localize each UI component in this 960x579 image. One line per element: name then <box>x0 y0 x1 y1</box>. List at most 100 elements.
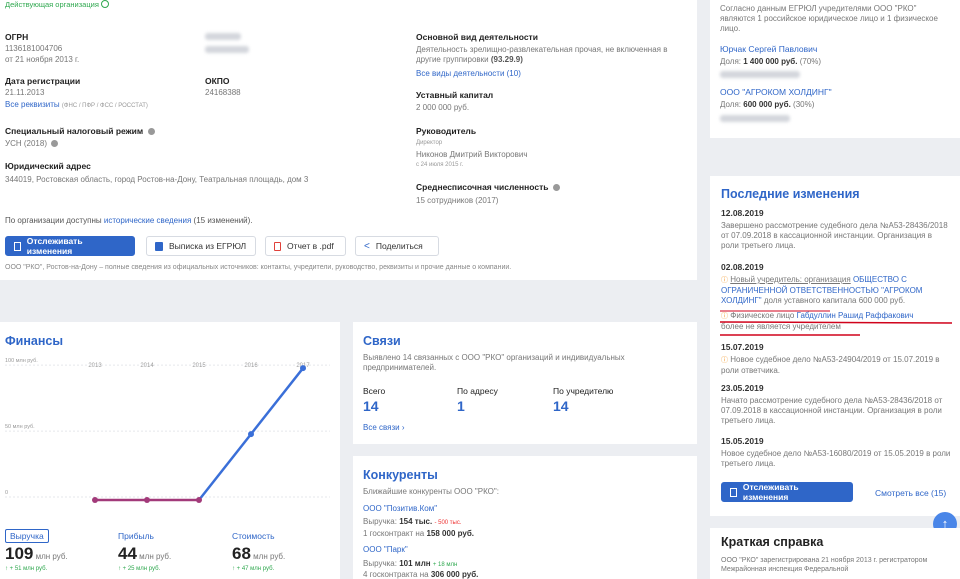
tab-value[interactable]: Стоимость <box>232 531 275 541</box>
revenue-pre: Выручка: <box>363 517 397 526</box>
links-address-value[interactable]: 1 <box>457 398 465 414</box>
profit-unit: млн руб. <box>139 552 172 561</box>
change-text: Начато рассмотрение судебного дела №А53-… <box>721 396 943 425</box>
contract-pre: 4 госконтракта на <box>363 570 429 579</box>
warning-icon: ⓘ <box>721 357 728 364</box>
profit-value: 44 млн руб. <box>118 544 171 564</box>
staff-label: Среднесписочная численность <box>416 182 560 192</box>
data-point <box>248 431 254 438</box>
founders-card: Согласно данным ЕГРЮЛ учредителями ООО "… <box>710 0 960 138</box>
history-post: (15 изменений). <box>193 216 253 225</box>
blurred-inn-label <box>205 33 241 40</box>
blurred-inn <box>720 115 790 122</box>
all-links-link[interactable]: Все связи › <box>363 423 405 432</box>
tab-profit[interactable]: Прибыль <box>118 531 154 541</box>
change-text: ⓘ Новое судебное дело №А53-24904/2019 от… <box>721 355 951 376</box>
contract-amount: 306 000 руб. <box>430 570 479 579</box>
series-line <box>198 433 252 501</box>
change-date: 15.07.2019 <box>721 342 764 352</box>
series-line <box>250 367 304 435</box>
links-all-label: Всего <box>363 386 386 396</box>
bookmark-icon <box>730 487 737 497</box>
competitor-link[interactable]: ООО "Парк" <box>363 545 408 554</box>
change-founder-text: Новый учредитель: организация <box>730 275 851 284</box>
competitor-contract: 4 госконтракта на 306 000 руб. <box>363 570 478 579</box>
change-case-text: Новое судебное дело №А53-24904/2019 от 1… <box>721 355 940 375</box>
info-icon[interactable] <box>552 184 560 191</box>
see-all-changes-link[interactable]: Смотреть все (15) <box>875 488 946 498</box>
y-tick-label: 100 млн руб. <box>5 358 38 364</box>
competitors-card: Конкуренты Ближайшие конкуренты ООО "РКО… <box>353 456 697 579</box>
data-point <box>92 497 98 503</box>
all-links-label: Все связи <box>363 423 400 432</box>
competitors-title: Конкуренты <box>363 468 438 482</box>
staff-value: 15 сотрудников (2017) <box>416 196 499 205</box>
activity-text: Деятельность зрелищно-развлекательная пр… <box>416 45 668 64</box>
all-requisites-link[interactable]: Все реквизиты <box>5 100 60 109</box>
head-role: Директор <box>416 140 443 146</box>
capital-value: 2 000 000 руб. <box>416 103 470 112</box>
data-point <box>300 365 306 372</box>
share-label: Поделиться <box>375 241 423 251</box>
tax-regime-label: Специальный налоговый режим <box>5 126 155 136</box>
document-icon <box>155 241 163 251</box>
links-text: Выявлено 14 связанных с ООО "РКО" органи… <box>363 353 625 372</box>
history-pre: По организации доступны <box>5 216 102 225</box>
contract-pre: 1 госконтракт на <box>363 529 425 538</box>
tax-regime-value: УСН (2018) <box>5 139 59 148</box>
revenue-pre: Выручка: <box>363 559 397 568</box>
egrul-button[interactable]: Выписка из ЕГРЮЛ <box>146 236 256 256</box>
pdf-button[interactable]: Отчет в .pdf <box>265 236 346 256</box>
finance-title: Финансы <box>5 334 64 348</box>
share-button[interactable]: < Поделиться <box>355 236 439 256</box>
profit-change: ↑ + 25 млн руб. <box>118 566 161 572</box>
x-tick-label: 2015 <box>192 363 206 369</box>
data-point <box>196 497 202 503</box>
revenue-delta: - 500 тыс. <box>434 520 462 526</box>
x-tick-label: 2014 <box>140 363 154 369</box>
links-all-value[interactable]: 14 <box>363 398 379 414</box>
competitor-contract: 1 госконтракт на 158 000 руб. <box>363 529 474 539</box>
value-unit: млн руб. <box>253 552 286 561</box>
tax-regime-value-text: УСН (2018) <box>5 139 47 148</box>
track-changes-button[interactable]: Отслеживать изменения <box>5 236 135 256</box>
tax-regime-label-text: Специальный налоговый режим <box>5 126 144 136</box>
competitor-link[interactable]: ООО "Позитив.Ком" <box>363 504 437 513</box>
finance-card: Финансы 20132014201520162017100 млн руб.… <box>0 322 340 579</box>
chevron-right-icon: › <box>401 423 405 432</box>
track-changes-button[interactable]: Отслеживать изменения <box>721 482 853 502</box>
info-icon[interactable] <box>51 140 59 147</box>
share-amount: 600 000 руб. <box>743 100 791 109</box>
head-date: с 24 июля 2015 г. <box>416 162 464 168</box>
revenue-amount: 101 млн <box>399 559 431 568</box>
track-changes-label: Отслеживать изменения <box>742 482 799 502</box>
info-icon[interactable] <box>147 128 155 135</box>
x-tick-label: 2016 <box>244 363 258 369</box>
share-pre: Доля: <box>720 57 742 66</box>
status-badge: Действующая организация <box>5 0 109 9</box>
value-change: ↑ + 47 млн руб. <box>232 566 275 572</box>
revenue-change: ↑ + 51 млн руб. <box>5 566 48 572</box>
warning-icon: ⓘ <box>721 277 728 284</box>
recent-changes-card: Последние изменения 12.08.2019 Завершено… <box>710 176 960 516</box>
links-founder-value[interactable]: 14 <box>553 398 569 414</box>
share-pre: Доля: <box>720 100 742 109</box>
history-link[interactable]: исторические сведения <box>104 216 191 225</box>
share-amount: 1 400 000 руб. <box>743 57 798 66</box>
founder-person-link[interactable]: Юрчак Сергей Павлович <box>720 44 817 54</box>
all-activities-link[interactable]: Все виды деятельности (10) <box>416 69 521 78</box>
x-tick-label: 2013 <box>88 363 102 369</box>
activity-value: Деятельность зрелищно-развлекательная пр… <box>416 45 691 65</box>
competitors-intro: Ближайшие конкуренты ООО "РКО": <box>363 487 499 496</box>
reg-date-value: 21.11.2013 <box>5 88 45 97</box>
change-text: Новое судебное дело №А53-16080/2019 от 1… <box>721 449 951 468</box>
share-pct: (30%) <box>793 100 815 109</box>
change-text: Завершено рассмотрение судебного дела №А… <box>721 221 948 250</box>
links-card: Связи Выявлено 14 связанных с ООО "РКО" … <box>353 322 697 444</box>
tab-revenue[interactable]: Выручка <box>5 529 49 543</box>
summary-card: Краткая справка ООО "РКО" зарегистрирова… <box>710 528 960 579</box>
founder-org-link[interactable]: ООО "АГРОКОМ ХОЛДИНГ" <box>720 87 832 97</box>
change-date: 02.08.2019 <box>721 262 764 272</box>
page-footer-text: ООО "РКО", Ростов-на-Дону – полные сведе… <box>5 264 512 271</box>
address-value: 344019, Ростовская область, город Ростов… <box>5 175 309 184</box>
